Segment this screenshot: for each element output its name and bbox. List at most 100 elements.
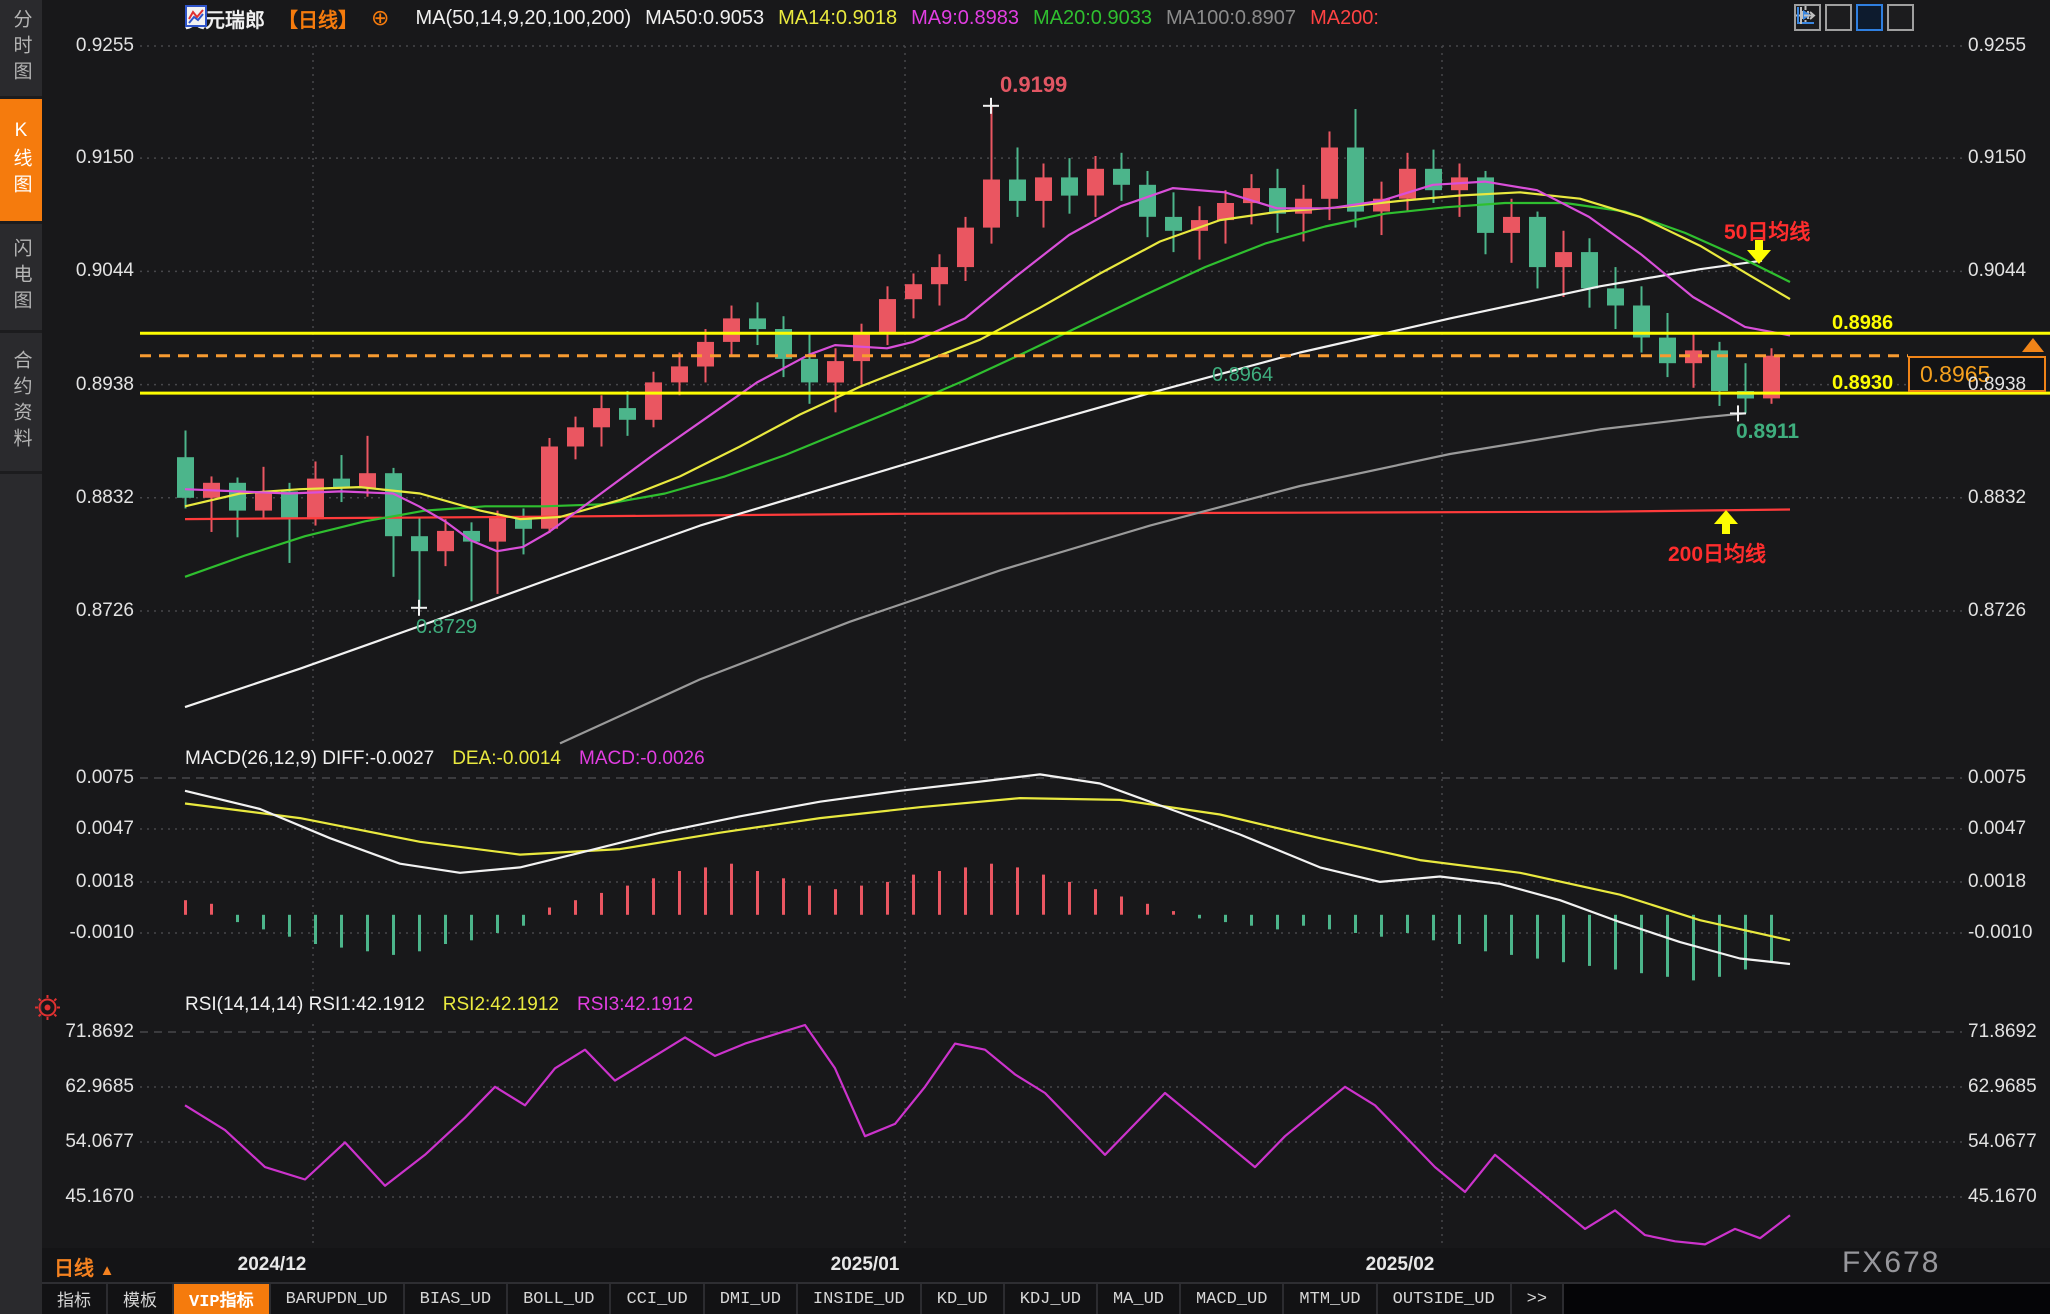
sidebar-item-1[interactable]: K线图: [0, 99, 42, 224]
macd-bar: [1744, 915, 1747, 970]
tab-mtm_ud[interactable]: MTM_UD: [1284, 1284, 1377, 1314]
tab-kd_ud[interactable]: KD_UD: [922, 1284, 1005, 1314]
price-box-arrow-icon: [2022, 338, 2044, 352]
ytick-right: 0.8832: [1968, 487, 2050, 509]
tab-kdj_ud[interactable]: KDJ_UD: [1005, 1284, 1098, 1314]
tab-cci_ud[interactable]: CCI_UD: [611, 1284, 704, 1314]
macd-bar: [1588, 915, 1591, 966]
tab-inside_ud[interactable]: INSIDE_UD: [798, 1284, 922, 1314]
candle-body: [1269, 188, 1286, 214]
sidebar-item-2[interactable]: 闪电图: [0, 224, 42, 333]
tab-vip[interactable]: VIP指标: [174, 1284, 271, 1314]
ytick-right: 0.8938: [1968, 374, 2050, 396]
pane-shift-icon[interactable]: [1887, 4, 1914, 31]
candle-body: [957, 228, 974, 268]
macd-bar: [1536, 915, 1539, 959]
period-arrow-icon: ▲: [100, 1262, 115, 1279]
tab-boll_ud[interactable]: BOLL_UD: [508, 1284, 611, 1314]
candle-body: [307, 479, 324, 520]
macd-bar: [1432, 915, 1435, 941]
macd-bar: [1614, 915, 1617, 970]
ytick-left: 0.0047: [38, 818, 134, 840]
macd-bar: [288, 915, 291, 937]
candle-body: [1035, 177, 1052, 201]
candle-body: [1139, 185, 1156, 217]
candle-body: [723, 318, 740, 342]
rsi-header: RSI(14,14,14) RSI1:42.1912RSI2:42.1912RS…: [185, 994, 693, 1016]
candle-body: [619, 408, 636, 420]
ytick-left: 0.9150: [38, 147, 134, 169]
macd-value-0: MACD(26,12,9) DIFF:-0.0027: [185, 748, 434, 770]
macd-bar: [1302, 915, 1305, 926]
ytick-left: 0.8832: [38, 487, 134, 509]
add-indicator-icon[interactable]: ⊕: [371, 5, 389, 31]
macd-bar: [990, 864, 993, 915]
tab-[interactable]: 模板: [108, 1284, 174, 1314]
chart-header: 美元瑞郎 【日线】 ⊕ MA(50,14,9,20,100,200)MA50:0…: [185, 5, 1379, 31]
macd-bar: [1484, 915, 1487, 952]
axis-scale-h-icon[interactable]: [1825, 4, 1852, 31]
macd-bar: [184, 900, 187, 915]
ytick-left: 0.0018: [38, 871, 134, 893]
candle-body: [931, 267, 948, 284]
chart-canvas[interactable]: [0, 0, 2050, 1314]
macd-bar: [496, 915, 499, 933]
macd-dea-line: [185, 798, 1790, 940]
tab-macd_ud[interactable]: MACD_UD: [1181, 1284, 1284, 1314]
candle-body: [177, 457, 194, 498]
macd-value-1: DEA:-0.0014: [452, 748, 561, 770]
indicator-tab-bar: 指标模板VIP指标BARUPDN_UDBIAS_UDBOLL_UDCCI_UDD…: [42, 1282, 2050, 1314]
tab-outside_ud[interactable]: OUTSIDE_UD: [1378, 1284, 1512, 1314]
ytick-right: 0.8726: [1968, 600, 2050, 622]
ytick-right: 45.1670: [1968, 1186, 2050, 1208]
period-tag[interactable]: 【日线】: [278, 4, 358, 33]
macd-bar: [1094, 889, 1097, 915]
ma-value-4: MA20:0.9033: [1033, 7, 1152, 30]
sidebar-item-3[interactable]: 合约资料: [0, 333, 42, 474]
period-selector[interactable]: 日线 ▲: [54, 1252, 114, 1281]
ytick-right: 0.0075: [1968, 767, 2050, 789]
date-label: 2024/12: [238, 1254, 307, 1276]
candle-body: [801, 359, 818, 383]
ytick-left: 0.8938: [38, 374, 134, 396]
ytick-right: 0.0018: [1968, 871, 2050, 893]
tab-ma_ud[interactable]: MA_UD: [1098, 1284, 1181, 1314]
candle-body: [1659, 338, 1676, 364]
chart-toolbar: [1794, 4, 1914, 31]
ma-value-2: MA14:0.9018: [778, 7, 897, 30]
tab-[interactable]: 指标: [42, 1284, 108, 1314]
tab-[interactable]: >>: [1512, 1284, 1564, 1314]
macd-value-2: MACD:-0.0026: [579, 748, 705, 770]
tab-barupdn_ud[interactable]: BARUPDN_UD: [271, 1284, 405, 1314]
ma-value-5: MA100:0.8907: [1166, 7, 1296, 30]
macd-bar: [1224, 915, 1227, 922]
ma-value-3: MA9:0.8983: [911, 7, 1019, 30]
ytick-right: -0.0010: [1968, 922, 2050, 944]
mid-level-label: 0.8964: [1212, 364, 1273, 387]
axis-scale-play-icon[interactable]: [1856, 4, 1883, 31]
resistance-level-label: 0.8986: [1832, 312, 1893, 335]
rsi-line: [185, 1025, 1790, 1244]
ytick-left: -0.0010: [38, 922, 134, 944]
macd-bar: [210, 904, 213, 915]
sidebar-item-0[interactable]: 分时图: [0, 0, 42, 99]
macd-bar: [1406, 915, 1409, 933]
tab-bias_ud[interactable]: BIAS_UD: [405, 1284, 508, 1314]
macd-bar: [1380, 915, 1383, 937]
candle-body: [1009, 180, 1026, 201]
macd-bar: [574, 900, 577, 915]
ma-value-6: MA200:: [1310, 7, 1379, 30]
ma-line-ma50: [185, 261, 1762, 707]
macd-bar: [444, 915, 447, 944]
ma-value-1: MA50:0.9053: [645, 7, 764, 30]
tab-dmi_ud[interactable]: DMI_UD: [705, 1284, 798, 1314]
macd-bar: [1354, 915, 1357, 933]
macd-diff-line: [185, 774, 1790, 964]
candle-body: [1529, 217, 1546, 267]
macd-bar: [912, 875, 915, 915]
dip-low-label: 0.8729: [416, 616, 477, 639]
macd-bar: [1328, 915, 1331, 930]
macd-bar: [1510, 915, 1513, 955]
macd-bar: [366, 915, 369, 952]
rsi-value-1: RSI2:42.1912: [443, 994, 559, 1016]
